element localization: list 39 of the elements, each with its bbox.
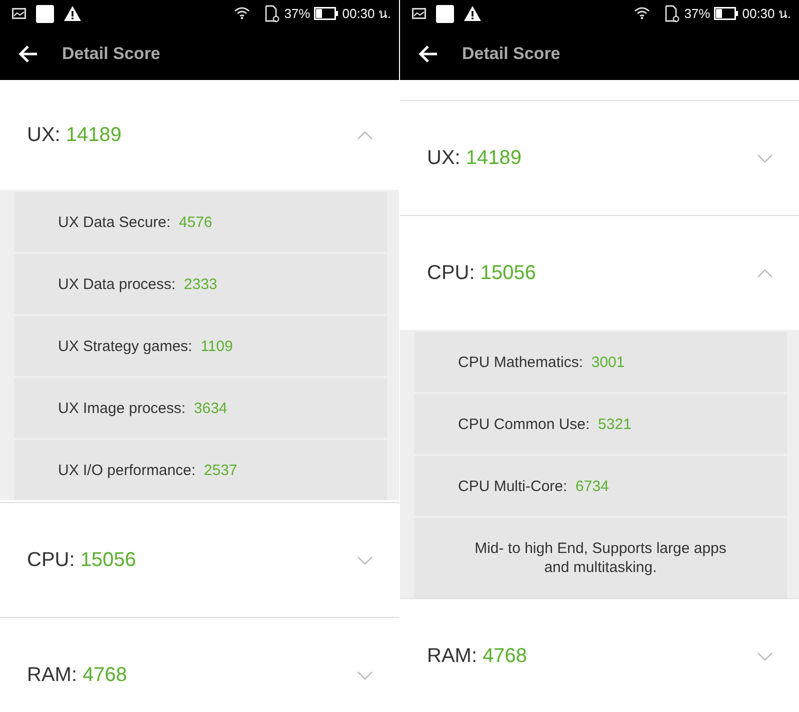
sub-score: UX I/O performance: 2537 [58,462,238,478]
battery-icon [314,7,338,20]
category-score: RAM: 4768 [427,644,528,668]
wifi-icon [234,6,250,22]
chevron-up-icon[interactable] [757,268,773,278]
screen-title: Detail Score [62,44,160,64]
category-score: UX: 14189 [27,124,123,146]
clock: 00:30 น. [342,5,391,23]
category-score: CPU: 15056 [427,262,537,284]
square-icon [436,4,454,22]
description-text: Mid- to high End, Supports large apps and multitasking. [474,539,728,577]
sub-score: CPU Multi-Core: 6734 [458,478,609,494]
back-icon[interactable] [18,44,38,62]
chevron-up-icon[interactable] [357,130,373,140]
sub-score: UX Image process: 3634 [58,400,228,416]
screen-title: Detail Score [462,44,560,64]
category-score: UX: 14189 [427,146,523,170]
sub-score: CPU Mathematics: 3001 [458,354,625,370]
warning-icon [464,6,481,21]
image-icon [412,8,426,19]
sub-score: UX Data process: 2333 [58,276,218,292]
chevron-down-icon[interactable] [757,154,773,162]
battery-percent: 37% [284,6,310,21]
clock: 00:30 น. [742,5,791,23]
chevron-down-icon[interactable] [357,556,373,564]
sub-score: UX Strategy games: 1109 [58,338,233,354]
battery-icon [714,7,738,20]
category-score: RAM: 4768 [27,664,128,686]
chevron-down-icon[interactable] [357,670,373,680]
category-score: CPU: 15056 [27,548,137,572]
square-icon [36,4,54,22]
image-icon [12,8,26,19]
battery-percent: 37% [684,6,710,21]
warning-icon [64,6,81,21]
wifi-icon [634,6,650,22]
sub-score: CPU Common Use: 5321 [458,416,632,432]
sub-score: UX Data Secure: 4576 [58,214,212,230]
back-icon[interactable] [418,44,438,62]
chevron-down-icon[interactable] [757,652,773,660]
